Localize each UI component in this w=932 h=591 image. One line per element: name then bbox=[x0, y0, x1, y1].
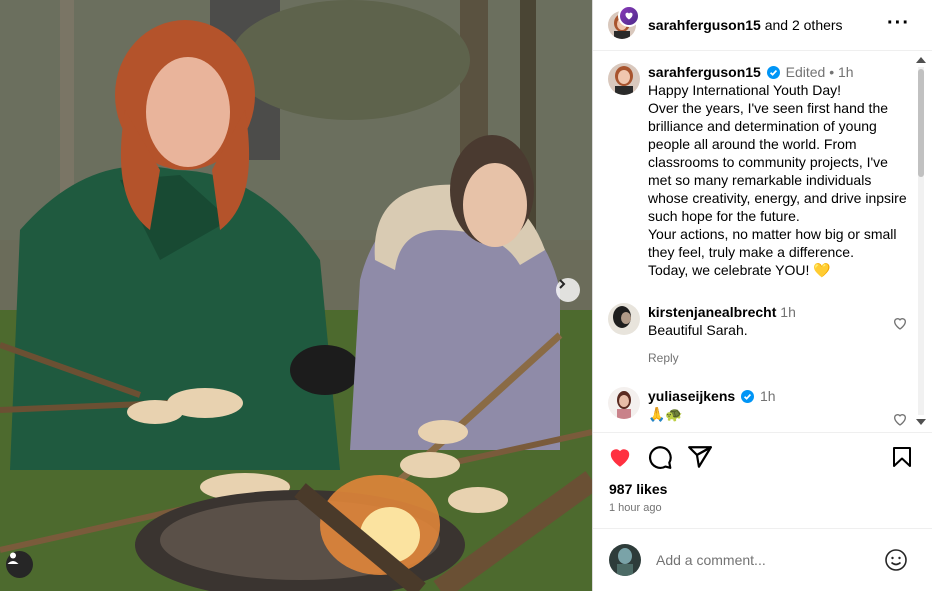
caption-time[interactable]: 1h bbox=[838, 64, 854, 80]
likes-count[interactable]: 987 likes bbox=[609, 481, 667, 497]
caption-body: sarahferguson15 Edited • 1h Happy Intern… bbox=[648, 63, 908, 279]
bookmark-icon bbox=[893, 447, 911, 467]
more-icon: ··· bbox=[887, 12, 910, 34]
caption-username[interactable]: sarahferguson15 bbox=[648, 64, 761, 80]
comment-username[interactable]: kirstenjanealbrecht bbox=[648, 304, 776, 320]
comment-button[interactable] bbox=[647, 444, 673, 475]
scroll-down-arrow[interactable] bbox=[916, 419, 926, 425]
comment-like-button[interactable] bbox=[892, 315, 908, 336]
post-photo[interactable] bbox=[0, 0, 592, 591]
comment-body: kirstenjanealbrecht 1h Beautiful Sarah. … bbox=[648, 303, 908, 367]
emoji-button[interactable] bbox=[884, 548, 908, 577]
comment-avatar[interactable] bbox=[608, 303, 640, 335]
post-header: sarahferguson15 and 2 others ··· bbox=[593, 0, 932, 51]
comments-section: sarahferguson15 Edited • 1h Happy Intern… bbox=[593, 51, 932, 431]
caption-avatar[interactable] bbox=[608, 63, 640, 95]
comment-input[interactable] bbox=[654, 551, 868, 569]
actions-divider bbox=[593, 432, 932, 433]
reply-button[interactable]: Reply bbox=[648, 349, 908, 367]
caption: sarahferguson15 Edited • 1h Happy Intern… bbox=[608, 63, 908, 279]
header-coauthors[interactable]: and 2 others bbox=[765, 17, 843, 33]
emoji-icon bbox=[885, 549, 907, 571]
verified-badge-icon bbox=[766, 66, 780, 79]
more-options-button[interactable]: ··· bbox=[887, 12, 910, 35]
comment-username[interactable]: yuliaseijkens bbox=[648, 388, 735, 404]
comment-time: 1h bbox=[780, 304, 796, 320]
scroll-up-arrow[interactable] bbox=[916, 57, 926, 63]
header-username[interactable]: sarahferguson15 bbox=[648, 17, 761, 33]
caption-edited: Edited bbox=[785, 64, 826, 80]
comment-time: 1h bbox=[759, 388, 776, 404]
comments-scrollbar[interactable] bbox=[916, 55, 926, 427]
post-side-panel: sarahferguson15 and 2 others ··· sarahfe… bbox=[593, 0, 932, 591]
add-comment-divider bbox=[593, 528, 932, 529]
comment-item: yuliaseijkens 1h 🙏🐢 bbox=[608, 387, 908, 426]
share-button[interactable] bbox=[687, 444, 713, 475]
like-button[interactable] bbox=[607, 444, 633, 475]
heart-outline-icon bbox=[893, 318, 907, 330]
story-ring bbox=[618, 5, 640, 27]
comment-like-button[interactable] bbox=[892, 411, 908, 431]
action-bar bbox=[607, 444, 917, 474]
header-names: sarahferguson15 and 2 others bbox=[648, 17, 843, 33]
scroll-thumb[interactable] bbox=[918, 69, 924, 177]
heart-filled-icon bbox=[610, 449, 630, 467]
verified-badge-icon bbox=[741, 390, 755, 403]
save-button[interactable] bbox=[890, 444, 914, 475]
photo-illustration bbox=[0, 0, 592, 591]
heart-outline-icon bbox=[893, 414, 907, 426]
comment-avatar[interactable] bbox=[608, 387, 640, 419]
viewer-avatar bbox=[609, 544, 641, 576]
chevron-right-icon bbox=[559, 279, 566, 289]
comment-text: 🙏🐢 bbox=[648, 406, 683, 422]
user-tag-icon bbox=[7, 552, 19, 564]
tagged-users-button[interactable] bbox=[6, 551, 33, 578]
share-icon bbox=[688, 446, 712, 468]
comment-icon bbox=[649, 446, 672, 469]
comment-body: yuliaseijkens 1h 🙏🐢 bbox=[648, 387, 908, 423]
heart-icon bbox=[625, 12, 633, 20]
caption-text: Happy International Youth Day! Over the … bbox=[648, 82, 907, 278]
caption-separator: • bbox=[829, 64, 835, 80]
comment-item: kirstenjanealbrecht 1h Beautiful Sarah. … bbox=[608, 303, 908, 367]
post-time[interactable]: 1 hour ago bbox=[609, 502, 662, 514]
comment-text: Beautiful Sarah. bbox=[648, 322, 748, 338]
next-photo-button[interactable] bbox=[556, 278, 580, 302]
add-comment-row bbox=[593, 540, 932, 580]
